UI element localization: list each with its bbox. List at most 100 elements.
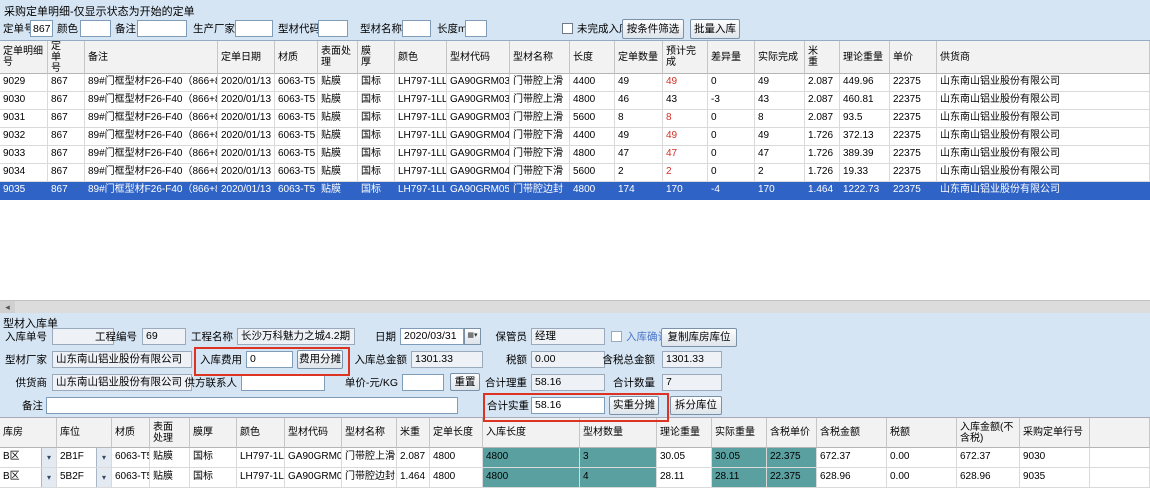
cell: 国标 <box>190 448 237 468</box>
filter-by-condition-button[interactable]: 按条件筛选 <box>622 19 684 39</box>
supplier-field[interactable]: 山东南山铝业股份有限公司 <box>52 374 192 391</box>
table-row[interactable]: 903486789#门框型材F26-F40（866+867）2020/01/13… <box>0 164 1150 182</box>
total-actual-weight-field[interactable]: 58.16 <box>531 397 605 414</box>
dropdown-arrow-icon[interactable]: ▾ <box>41 448 56 467</box>
cell: 89#门框型材F26-F40（866+867） <box>85 146 218 164</box>
supplier-contact-field[interactable] <box>241 374 325 391</box>
cell: -4 <box>708 182 755 200</box>
filter-input-4[interactable] <box>235 20 273 37</box>
inbound-confirm-checkbox[interactable] <box>611 331 622 342</box>
table-row[interactable]: B区▾2B1F▾6063-T5贴膜国标LH797-1LL0GA90GRM03门带… <box>0 448 1150 468</box>
column-header: 定单日期 <box>218 41 275 74</box>
date-label: 日期 <box>366 330 396 345</box>
cell: 9030 <box>0 92 48 110</box>
reset-button[interactable]: 重置 <box>450 373 480 391</box>
cell: 国标 <box>358 182 395 200</box>
cell: 5600 <box>570 164 615 182</box>
cell: 贴膜 <box>318 146 358 164</box>
cell: 门带腔上滑 <box>510 92 570 110</box>
table-row[interactable]: 903286789#门框型材F26-F40（866+867）2020/01/13… <box>0 128 1150 146</box>
cell: 山东南山铝业股份有限公司 <box>937 92 1150 110</box>
cell: 4800 <box>483 468 580 488</box>
cell: 22375 <box>890 110 937 128</box>
cell: 30.05 <box>657 448 712 468</box>
cell: 门带腔下滑 <box>510 146 570 164</box>
cell: LH797-1LL0 <box>395 110 447 128</box>
cell: 门带腔上滑 <box>342 448 397 468</box>
cell: 门带腔下滑 <box>510 164 570 182</box>
cell: 门带腔边封 <box>342 468 397 488</box>
unit-price-field[interactable] <box>402 374 444 391</box>
split-location-button[interactable]: 拆分库位 <box>670 396 722 415</box>
date-dropdown-icon[interactable]: ▦▾ <box>464 328 481 345</box>
filter-input-3[interactable] <box>137 20 187 37</box>
filter-input-2[interactable] <box>80 20 111 37</box>
inbound-detail-table: 库房库位材质表面处理膜厚颜色型材代码型材名称米重定单长度入库长度型材数量理论重量… <box>0 417 1150 492</box>
project-no-field[interactable]: 69 <box>142 328 186 345</box>
table-row[interactable]: 903186789#门框型材F26-F40（866+867）2020/01/13… <box>0 110 1150 128</box>
cell: 867 <box>48 128 85 146</box>
cell: 6063-T5 <box>275 110 318 128</box>
dropdown-arrow-icon[interactable]: ▾ <box>96 468 111 487</box>
cell: 1.726 <box>805 146 840 164</box>
table-row[interactable]: 903386789#门框型材F26-F40（866+867）2020/01/13… <box>0 146 1150 164</box>
tax-total-field[interactable]: 1301.33 <box>662 351 722 368</box>
total-theory-weight-field[interactable]: 58.16 <box>531 374 605 391</box>
inbound-total-field[interactable]: 1301.33 <box>411 351 483 368</box>
cell: 3 <box>580 448 657 468</box>
column-header: 税额 <box>887 418 957 448</box>
cell: 2020/01/13 <box>218 110 275 128</box>
supplier-contact-label: 供方联系人 <box>182 376 237 391</box>
column-header: 库房 <box>0 418 57 448</box>
cell: 贴膜 <box>318 74 358 92</box>
unfinished-inbound-checkbox[interactable] <box>562 23 573 34</box>
cell: 贴膜 <box>318 164 358 182</box>
column-header: 备注 <box>85 41 218 74</box>
project-name-field[interactable]: 长沙万科魅力之城4.2期 <box>237 328 355 345</box>
cell: 9030 <box>1020 448 1090 468</box>
scroll-left-icon[interactable]: ◂ <box>0 301 15 313</box>
column-header: 型材代码 <box>447 41 510 74</box>
cell: 0 <box>708 74 755 92</box>
table-row[interactable]: 903586789#门框型材F26-F40（866+867）2020/01/13… <box>0 182 1150 200</box>
filter-input-5[interactable] <box>318 20 348 37</box>
inbound-fee-label: 入库费用 <box>198 353 242 368</box>
cell: LH797-1LL0 <box>395 74 447 92</box>
copy-warehouse-location-button[interactable]: 复制库房库位 <box>661 328 737 347</box>
filter-input-1[interactable] <box>30 20 53 37</box>
keeper-field[interactable]: 经理 <box>531 328 605 345</box>
cell: 0 <box>708 146 755 164</box>
total-qty-label: 合计数量 <box>600 376 655 391</box>
order-table-hscrollbar[interactable]: ◂ <box>0 300 1150 313</box>
cell: 2 <box>755 164 805 182</box>
dropdown-arrow-icon[interactable]: ▾ <box>41 468 56 487</box>
total-qty-field[interactable]: 7 <box>662 374 722 391</box>
cell: 1.726 <box>805 164 840 182</box>
date-field[interactable]: 2020/03/31 <box>400 328 464 345</box>
cell: 22375 <box>890 92 937 110</box>
actual-weight-share-button[interactable]: 实重分摊 <box>609 396 659 415</box>
cell: 8 <box>755 110 805 128</box>
cell: 5B2F▾ <box>57 468 112 488</box>
filter-input-7[interactable] <box>465 20 487 37</box>
cell: GA90GRM04 <box>447 146 510 164</box>
factory-field[interactable]: 山东南山铝业股份有限公司 <box>52 351 192 368</box>
cell: 0 <box>708 164 755 182</box>
filter-input-6[interactable] <box>402 20 431 37</box>
cell: 2.087 <box>805 74 840 92</box>
cell: 贴膜 <box>318 92 358 110</box>
tax-total-label: 含税总金额 <box>600 353 655 368</box>
fee-share-button[interactable]: 费用分摊 <box>297 350 343 369</box>
batch-inbound-button[interactable]: 批量入库 <box>690 19 740 39</box>
dropdown-arrow-icon[interactable]: ▾ <box>96 448 111 467</box>
cell: 28.11 <box>712 468 767 488</box>
table-row[interactable]: 902986789#门框型材F26-F40（866+867）2020/01/13… <box>0 74 1150 92</box>
cell: 2020/01/13 <box>218 164 275 182</box>
table-row[interactable]: 903086789#门框型材F26-F40（866+867）2020/01/13… <box>0 92 1150 110</box>
remark-field[interactable] <box>46 397 458 414</box>
table-row[interactable]: B区▾5B2F▾6063-T5贴膜国标LH797-1LL0GA90GRM05门带… <box>0 468 1150 488</box>
tax-field[interactable]: 0.00 <box>531 351 605 368</box>
inbound-fee-field[interactable]: 0 <box>246 351 293 368</box>
column-header-filler <box>1090 418 1150 448</box>
cell: 4400 <box>570 74 615 92</box>
